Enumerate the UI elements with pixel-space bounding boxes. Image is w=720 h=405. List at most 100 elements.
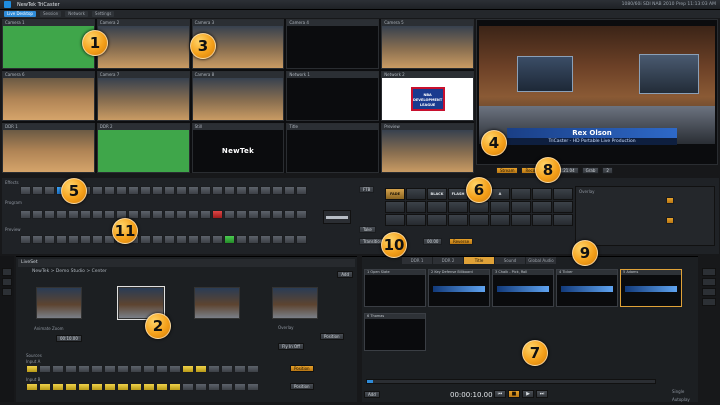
t-bar-slider[interactable] [323, 210, 351, 224]
switcher-key-22[interactable] [272, 235, 283, 244]
transition-tile-2[interactable] [406, 188, 426, 200]
switcher-key-3[interactable] [44, 186, 55, 195]
switcher-key-6[interactable] [80, 210, 91, 219]
transition-rate[interactable]: 00.00 [423, 238, 443, 245]
switcher-key-15[interactable] [188, 210, 199, 219]
switcher-key-21[interactable] [260, 210, 271, 219]
switcher-key-24[interactable] [296, 235, 307, 244]
transition-tile-17[interactable] [532, 201, 552, 213]
switcher-key-23[interactable] [284, 210, 295, 219]
switcher-key-8[interactable] [104, 186, 115, 195]
switcher-key-11[interactable] [140, 186, 151, 195]
switcher-key-16[interactable] [200, 235, 211, 244]
monitor-10[interactable]: Network 2 NBA DEVELOPMENT LEAGUE [381, 71, 474, 121]
switcher-key-23[interactable] [284, 186, 295, 195]
liveset-add-button[interactable]: Add [337, 271, 353, 278]
switcher-key-2[interactable] [32, 186, 43, 195]
source-key-8[interactable] [117, 383, 129, 391]
overlay-toggle-2[interactable] [666, 217, 674, 224]
t-bar-handle[interactable] [326, 216, 348, 219]
transition-tile-22[interactable] [448, 214, 468, 226]
transition-tile-13[interactable] [448, 201, 468, 213]
transition-tile-25[interactable] [511, 214, 531, 226]
source-key-13[interactable] [182, 365, 194, 373]
switcher-key-20[interactable] [248, 235, 259, 244]
switcher-key-18[interactable] [224, 210, 235, 219]
source-key-9[interactable] [130, 365, 142, 373]
transition-tile-1[interactable]: FADE [385, 188, 405, 200]
source-key-11[interactable] [156, 383, 168, 391]
switcher-key-20[interactable] [248, 210, 259, 219]
switcher-key-24[interactable] [296, 186, 307, 195]
transition-tile-20[interactable] [406, 214, 426, 226]
switcher-key-12[interactable] [152, 235, 163, 244]
zoom-time[interactable]: 00:10.00 [56, 335, 82, 342]
liveset-preset-a[interactable] [36, 287, 82, 319]
transition-tile-16[interactable] [511, 201, 531, 213]
source-key-11[interactable] [156, 365, 168, 373]
switcher-key-10[interactable] [128, 210, 139, 219]
tab-session[interactable]: Session [39, 11, 62, 17]
source-key-3[interactable] [52, 365, 64, 373]
monitor-15[interactable]: Preview [381, 123, 474, 173]
monitor-8[interactable]: Camera 8 [191, 71, 285, 121]
tab-live-desktop[interactable]: Live Desktop [4, 11, 36, 17]
monitor-12[interactable]: DDR 2 [96, 123, 190, 173]
source-key-2[interactable] [39, 365, 51, 373]
right-rail-tab-1[interactable] [702, 268, 716, 276]
transition-tile-11[interactable] [406, 201, 426, 213]
tab-settings[interactable]: Settings [91, 11, 115, 17]
source-key-1[interactable] [26, 365, 38, 373]
media-clip-3[interactable]: 3 Chalk - Pick, Roll [492, 269, 554, 307]
source-key-8[interactable] [117, 365, 129, 373]
grab-button[interactable]: Grab [581, 166, 600, 174]
transition-tile-27[interactable] [553, 214, 573, 226]
monitor-1[interactable]: Camera 1 [2, 19, 95, 69]
switcher-key-19[interactable] [236, 210, 247, 219]
switcher-key-18[interactable] [224, 186, 235, 195]
media-clip-5[interactable]: 5 Adams [620, 269, 682, 307]
single-option[interactable]: Single [672, 389, 684, 394]
switcher-key-4[interactable] [56, 235, 67, 244]
stop-icon[interactable]: ■ [508, 390, 520, 398]
monitor-7[interactable]: Camera 7 [96, 71, 190, 121]
ftb-button[interactable]: FTB [359, 186, 375, 193]
switcher-key-3[interactable] [44, 210, 55, 219]
playhead-scrubber[interactable] [366, 379, 656, 384]
switcher-key-20[interactable] [248, 186, 259, 195]
switcher-key-10[interactable] [128, 186, 139, 195]
source-key-15[interactable] [208, 383, 220, 391]
switcher-key-17[interactable] [212, 210, 223, 219]
rail-tab-1[interactable] [2, 268, 12, 276]
switcher-key-22[interactable] [272, 210, 283, 219]
switcher-key-12[interactable] [152, 210, 163, 219]
tab-network[interactable]: Network [65, 11, 88, 17]
transition-tile-9[interactable] [553, 188, 573, 200]
switcher-key-14[interactable] [176, 186, 187, 195]
source-key-5[interactable] [78, 365, 90, 373]
monitor-5[interactable]: Camera 5 [381, 19, 474, 69]
transition-tile-8[interactable] [532, 188, 552, 200]
source-key-4[interactable] [65, 365, 77, 373]
switcher-key-16[interactable] [200, 210, 211, 219]
autoplay-option[interactable]: Autoplay [672, 397, 690, 402]
source-key-6[interactable] [91, 383, 103, 391]
source-key-12[interactable] [169, 365, 181, 373]
media-clip-2[interactable]: 2 Key Defense Billboard [428, 269, 490, 307]
source-key-6[interactable] [91, 365, 103, 373]
input-b-position-button[interactable]: Position [290, 383, 314, 390]
switcher-key-7[interactable] [92, 235, 103, 244]
overlay-position-button[interactable]: Position [320, 333, 344, 340]
switcher-key-7[interactable] [92, 186, 103, 195]
monitor-6[interactable]: Camera 6 [2, 71, 95, 121]
switcher-key-11[interactable] [140, 210, 151, 219]
source-key-18[interactable] [247, 365, 259, 373]
switcher-key-21[interactable] [260, 186, 271, 195]
media-clip-4[interactable]: 4 Ticker [556, 269, 618, 307]
monitor-4[interactable]: Camera 4 [286, 19, 380, 69]
transition-tile-3[interactable]: BLACK [427, 188, 447, 200]
media-tab-3[interactable]: Title [464, 257, 494, 264]
media-tab-4[interactable]: Sound [495, 257, 525, 264]
source-key-16[interactable] [221, 383, 233, 391]
media-tab-1[interactable]: DDR 1 [402, 257, 432, 264]
